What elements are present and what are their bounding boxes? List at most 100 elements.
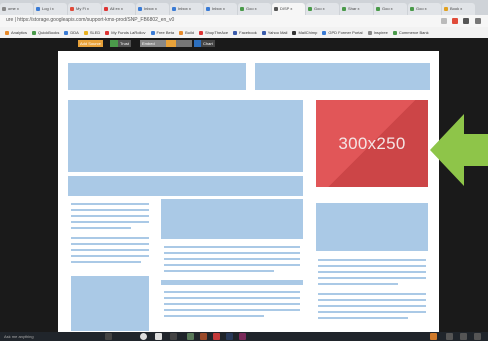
tab-4[interactable]: Inbox x xyxy=(136,3,169,15)
text-line xyxy=(71,209,149,211)
toolbar-field[interactable] xyxy=(166,40,176,47)
tab-3[interactable]: All ex x xyxy=(102,3,135,15)
toolbar-field[interactable] xyxy=(176,40,192,47)
text-line xyxy=(318,305,426,307)
browser-chrome: ome x Log i x My Fi x All ex x Inbox x Inbox … xyxy=(0,0,488,42)
header-banner-block xyxy=(68,63,246,90)
extension-icon[interactable] xyxy=(463,18,469,24)
bookmark-icon xyxy=(64,30,69,35)
text-line xyxy=(164,303,300,305)
tab-12[interactable]: Goo x xyxy=(408,3,441,15)
taskbar-search[interactable]: Ask me anything xyxy=(4,334,34,339)
bookmark-label: DDA xyxy=(70,30,79,35)
bookmark-label: Yahoo Mail xyxy=(267,30,288,35)
address-bar[interactable]: ure | https://storage.googleapis.com/sup… xyxy=(0,15,488,27)
text-line xyxy=(318,283,398,285)
tab-favicon-icon xyxy=(444,7,448,11)
bookmark-item[interactable]: GPD Former Portal xyxy=(322,30,363,35)
app-icon[interactable] xyxy=(200,333,207,340)
tab-1[interactable]: Log i x xyxy=(34,3,67,15)
toggle-icon[interactable] xyxy=(110,40,118,47)
bookmark-icon xyxy=(292,30,297,35)
chrome-icon[interactable] xyxy=(140,333,147,340)
bookmark-icon xyxy=(233,30,238,35)
tab-label: My Fi x xyxy=(76,6,89,11)
bookmark-label: QuickBooks xyxy=(38,30,60,35)
photoshop-icon[interactable] xyxy=(226,333,233,340)
page-toolbar: Add Source Trust Embed Chart xyxy=(0,38,488,50)
text-line xyxy=(318,277,426,279)
app-icon[interactable] xyxy=(187,333,194,340)
tab-0[interactable]: ome x xyxy=(0,3,33,15)
bookmark-item[interactable]: QuickBooks xyxy=(32,30,59,35)
text-line xyxy=(318,317,408,319)
tab-9[interactable]: Goo x xyxy=(306,3,339,15)
bookmark-item[interactable]: Commerce Bank xyxy=(392,30,429,35)
text-line xyxy=(71,261,141,263)
bookmark-icon xyxy=(261,30,266,35)
toolbar-field[interactable]: Trust xyxy=(118,40,131,47)
tray-icon[interactable] xyxy=(430,333,437,340)
indesign-icon[interactable] xyxy=(239,333,246,340)
bookmark-icon xyxy=(32,30,37,35)
app-icon[interactable] xyxy=(170,333,177,340)
tab-favicon-icon xyxy=(342,7,346,11)
tab-favicon-icon xyxy=(274,7,278,11)
bookmark-label: Free Beta xyxy=(156,30,175,35)
tab-5[interactable]: Inbox x xyxy=(170,3,203,15)
pointer-arrow-icon xyxy=(430,114,488,186)
bookmark-item[interactable]: Yahoo Mail xyxy=(261,30,288,35)
bookmark-item[interactable]: ShopTheAce xyxy=(199,30,228,35)
text-line xyxy=(164,291,300,293)
tab-7[interactable]: Goo x xyxy=(238,3,271,15)
tab-2[interactable]: My Fi x xyxy=(68,3,101,15)
tab-8[interactable]: DISP x xyxy=(272,3,305,15)
bookmark-item[interactable]: Inspiree xyxy=(367,30,388,35)
tab-label: Shar x xyxy=(348,6,360,11)
tab-13[interactable]: Book x xyxy=(442,3,475,15)
text-line xyxy=(164,264,300,266)
text-line xyxy=(164,309,300,311)
star-icon[interactable] xyxy=(441,18,447,24)
toolbar-field[interactable]: Embed xyxy=(140,40,166,47)
add-source-button[interactable]: Add Source xyxy=(78,40,103,47)
extension-icon[interactable] xyxy=(452,18,458,24)
task-view-icon[interactable] xyxy=(105,333,112,340)
text-line xyxy=(71,227,131,229)
explorer-icon[interactable] xyxy=(155,333,162,340)
bookmark-item[interactable]: Analytics xyxy=(5,30,27,35)
bookmark-label: GPD Former Portal xyxy=(328,30,363,35)
ad-size-label: 300x250 xyxy=(338,133,406,153)
app-icon[interactable] xyxy=(213,333,220,340)
bookmark-icon xyxy=(199,30,203,35)
toolbar-field[interactable]: Chart xyxy=(201,40,215,47)
ad-layout-mockup: 300x250 xyxy=(58,51,439,333)
tab-6[interactable]: Inbox x xyxy=(204,3,237,15)
taskbar: Ask me anything xyxy=(0,332,488,341)
bookmark-item[interactable]: MailChimp xyxy=(292,30,317,35)
bookmark-item[interactable]: Free Beta xyxy=(150,30,175,35)
menu-icon[interactable] xyxy=(475,18,481,24)
tray-icon[interactable] xyxy=(460,333,467,340)
bookmark-item[interactable]: DDA xyxy=(64,30,79,35)
bookmark-label: My Funds LaRollov xyxy=(111,30,146,35)
bookmark-label: SLED xyxy=(89,30,101,35)
tab-10[interactable]: Shar x xyxy=(340,3,373,15)
notification-icon[interactable] xyxy=(474,333,481,340)
tab-label: Inbox x xyxy=(178,6,191,11)
tray-icon[interactable] xyxy=(446,333,453,340)
bookmark-item[interactable]: Build xyxy=(179,30,194,35)
tab-favicon-icon xyxy=(376,7,380,11)
bookmark-icon xyxy=(392,30,397,35)
bookmark-item[interactable]: Facebook xyxy=(233,30,257,35)
tab-label: ome x xyxy=(8,6,19,11)
text-line xyxy=(164,246,300,248)
bookmark-label: MailChimp xyxy=(298,30,318,35)
text-line xyxy=(318,259,426,261)
address-url[interactable]: ure | https://storage.googleapis.com/sup… xyxy=(6,17,174,23)
bookmark-item[interactable]: SLED xyxy=(83,30,101,35)
tab-label: All ex x xyxy=(110,6,123,11)
bookmark-item[interactable]: My Funds LaRollov xyxy=(105,30,146,35)
subheading-block xyxy=(161,280,303,285)
tab-11[interactable]: Goo x xyxy=(374,3,407,15)
